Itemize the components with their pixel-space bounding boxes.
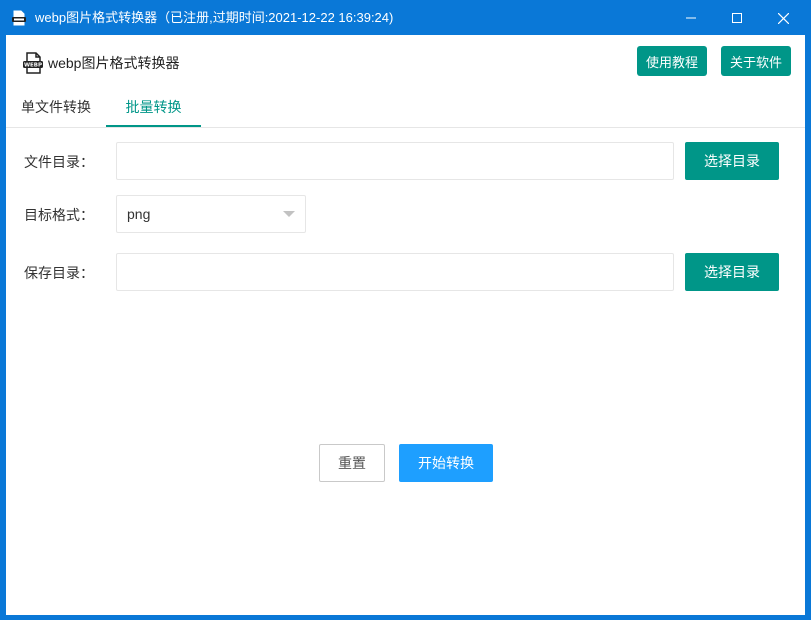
target-format-value: png bbox=[127, 206, 151, 222]
close-button[interactable] bbox=[760, 1, 806, 35]
tutorial-button[interactable]: 使用教程 bbox=[637, 46, 707, 76]
title-bar[interactable]: webp图片格式转换器（已注册,过期时间:2021-12-22 16:39:24… bbox=[1, 1, 810, 35]
webp-logo-icon: WEBP bbox=[22, 52, 44, 74]
file-dir-input[interactable] bbox=[116, 142, 674, 180]
choose-save-dir-button[interactable]: 选择目录 bbox=[685, 253, 779, 291]
tab-batch[interactable]: 批量转换 bbox=[106, 91, 201, 127]
window-title: webp图片格式转换器（已注册,过期时间:2021-12-22 16:39:24… bbox=[35, 10, 394, 25]
minimize-button[interactable] bbox=[668, 1, 714, 35]
minimize-icon bbox=[686, 17, 696, 19]
maximize-icon bbox=[732, 13, 742, 23]
close-icon bbox=[777, 12, 789, 24]
save-dir-label: 保存目录： bbox=[24, 265, 94, 281]
target-format-label: 目标格式： bbox=[24, 207, 94, 223]
save-dir-input[interactable] bbox=[116, 253, 674, 291]
svg-text:WEBP: WEBP bbox=[24, 63, 42, 69]
tab-bar: 单文件转换 批量转换 bbox=[6, 91, 805, 128]
maximize-button[interactable] bbox=[714, 1, 760, 35]
start-convert-button[interactable]: 开始转换 bbox=[399, 444, 493, 482]
app-name: webp图片格式转换器 bbox=[48, 55, 180, 71]
target-format-select[interactable]: png bbox=[116, 195, 306, 233]
choose-file-dir-button[interactable]: 选择目录 bbox=[685, 142, 779, 180]
file-dir-label: 文件目录： bbox=[24, 154, 94, 170]
about-button[interactable]: 关于软件 bbox=[721, 46, 791, 76]
main-panel: WEBP webp图片格式转换器 使用教程 关于软件 单文件转换 批量转换 文件… bbox=[6, 35, 805, 615]
webp-file-icon bbox=[11, 10, 27, 26]
caret-down-icon bbox=[283, 211, 295, 217]
reset-button[interactable]: 重置 bbox=[319, 444, 385, 482]
app-window: webp图片格式转换器（已注册,过期时间:2021-12-22 16:39:24… bbox=[0, 0, 811, 620]
tab-single-file[interactable]: 单文件转换 bbox=[6, 91, 106, 126]
